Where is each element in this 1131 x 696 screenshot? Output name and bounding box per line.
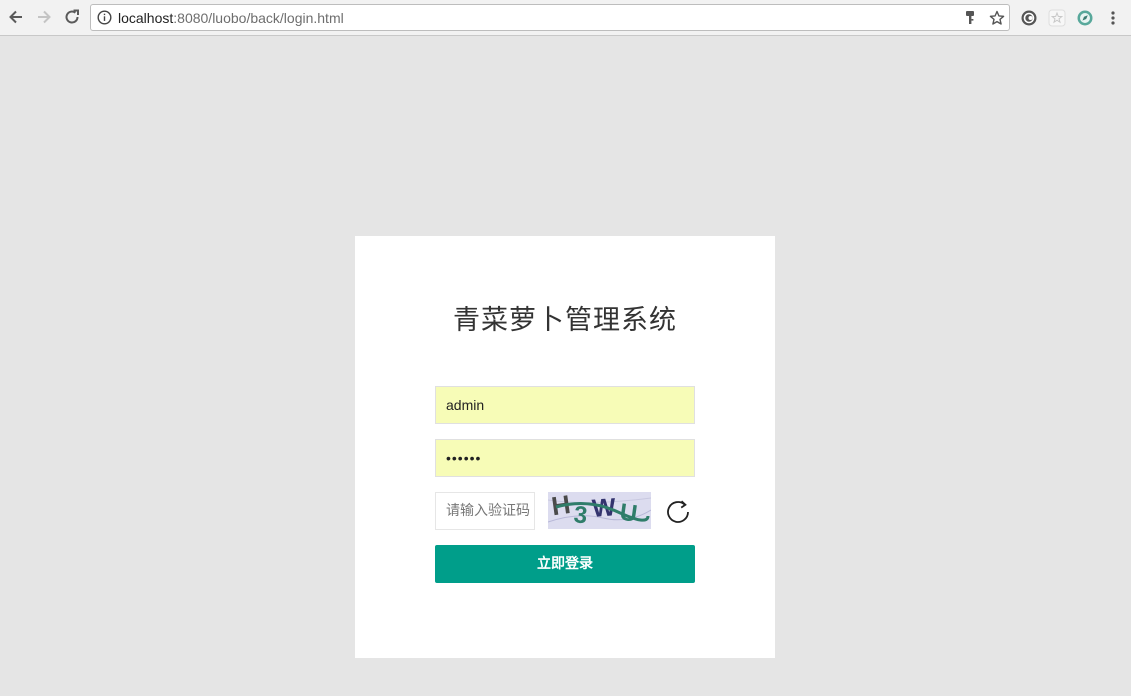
page-title: 青菜萝卜管理系统 xyxy=(453,305,677,336)
refresh-captcha-button[interactable] xyxy=(663,497,693,527)
info-icon[interactable] xyxy=(97,10,112,25)
username-input[interactable]: admin xyxy=(435,386,695,424)
menu-icon[interactable] xyxy=(1103,8,1123,28)
reload-icon xyxy=(65,9,79,24)
back-button[interactable] xyxy=(4,5,28,29)
url-host: localhost xyxy=(118,10,174,26)
login-card: 青菜萝卜管理系统 admin •••••• 请输入验证码 H 3 W U 立即登… xyxy=(355,236,775,658)
forward-button[interactable] xyxy=(32,5,56,29)
reload-button[interactable] xyxy=(60,5,84,29)
back-icon xyxy=(9,10,22,24)
extension-icon[interactable] xyxy=(1019,8,1039,28)
url-text[interactable]: localhost:8080/luobo/back/login.html xyxy=(118,10,344,26)
key-icon[interactable] xyxy=(961,9,979,27)
captcha-graphic: H 3 W U xyxy=(548,492,651,529)
captcha-input[interactable]: 请输入验证码 xyxy=(435,492,535,530)
extension-icon[interactable] xyxy=(1047,8,1067,28)
browser-toolbar: localhost:8080/luobo/back/login.html xyxy=(0,0,1131,36)
extension-icon[interactable] xyxy=(1075,8,1095,28)
login-button[interactable]: 立即登录 xyxy=(435,545,695,583)
star-icon[interactable] xyxy=(988,9,1006,27)
captcha-image[interactable]: H 3 W U xyxy=(548,492,651,529)
refresh-icon xyxy=(667,500,689,523)
url-path: :8080/luobo/back/login.html xyxy=(173,10,344,26)
password-input[interactable]: •••••• xyxy=(435,439,695,477)
forward-icon xyxy=(38,10,51,24)
address-bar[interactable]: localhost:8080/luobo/back/login.html xyxy=(90,4,1010,31)
captcha-char: 3 xyxy=(572,501,588,529)
